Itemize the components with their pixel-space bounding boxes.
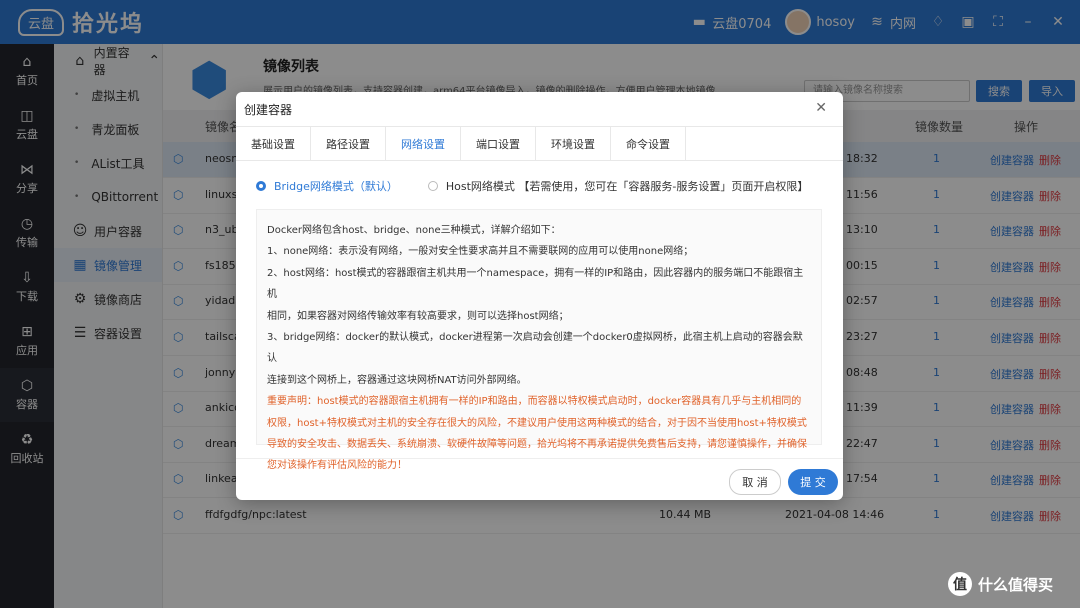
- info-line: 相同，如果容器对网络传输效率有较高要求，则可以选择host网络；: [267, 310, 569, 322]
- tab-port[interactable]: 端口设置: [461, 127, 536, 160]
- cancel-button[interactable]: 取 消: [729, 469, 781, 495]
- info-line: 2、host网络：host模式的容器跟宿主机共用一个namespace，拥有一样…: [267, 267, 804, 301]
- dialog-title: 创建容器: [244, 103, 293, 117]
- network-info-box: Docker网络包含host、bridge、none三种模式，详解介绍如下： 1…: [256, 209, 822, 471]
- info-line: 1、none网络：表示没有网络，一般对安全性要求高并且不需要联网的应用可以使用n…: [267, 246, 694, 258]
- warning-line: 重要声明：host模式的容器跟宿主机拥有一样的IP和路由，而容器以特权模式启动时…: [267, 396, 802, 408]
- dialog-footer: 取 消 提 交: [236, 458, 843, 501]
- info-line: 连接到这个网桥上，容器通过这块网桥NAT访问外部网络。: [267, 374, 527, 386]
- network-mode-group: Bridge网络模式（默认） Host网络模式 【若需使用，您可在「容器服务-服…: [256, 178, 808, 194]
- radio-bridge-label[interactable]: Bridge网络模式（默认）: [274, 178, 398, 194]
- warning-line: 导致的安全攻击、数据丢失、系统崩溃、软硬件故障等问题，拾光坞将不再承诺提供免费售…: [267, 439, 807, 451]
- tab-basic[interactable]: 基础设置: [236, 127, 311, 160]
- watermark-logo: 值: [948, 572, 972, 596]
- watermark: 值 什么值得买: [948, 572, 1053, 596]
- close-icon[interactable]: ✕: [815, 100, 827, 116]
- watermark-text: 什么值得买: [978, 575, 1054, 594]
- radio-bridge[interactable]: [256, 181, 266, 191]
- tab-command[interactable]: 命令设置: [611, 127, 686, 160]
- info-line: 3、bridge网络：docker的默认模式，docker进程第一次启动会创建一…: [267, 332, 803, 365]
- info-line: Docker网络包含host、bridge、none三种模式，详解介绍如下：: [267, 225, 561, 236]
- radio-host[interactable]: [427, 181, 438, 191]
- radio-host-label[interactable]: Host网络模式 【若需使用，您可在「容器服务-服务设置」页面开启权限】: [446, 178, 809, 194]
- warning-line: 权限，host+特权模式对主机的安全存在很大的风险，不建议用户使用这两种模式的结…: [267, 417, 807, 429]
- submit-button[interactable]: 提 交: [788, 469, 838, 495]
- create-container-dialog: 创建容器 ✕ 基础设置 路径设置 网络设置 端口设置 环境设置 命令设置 Bri…: [236, 92, 843, 500]
- dialog-tabs: 基础设置 路径设置 网络设置 端口设置 环境设置 命令设置: [236, 126, 843, 161]
- tab-path[interactable]: 路径设置: [311, 127, 386, 160]
- tab-env[interactable]: 环境设置: [536, 127, 611, 160]
- tab-network[interactable]: 网络设置: [386, 127, 461, 160]
